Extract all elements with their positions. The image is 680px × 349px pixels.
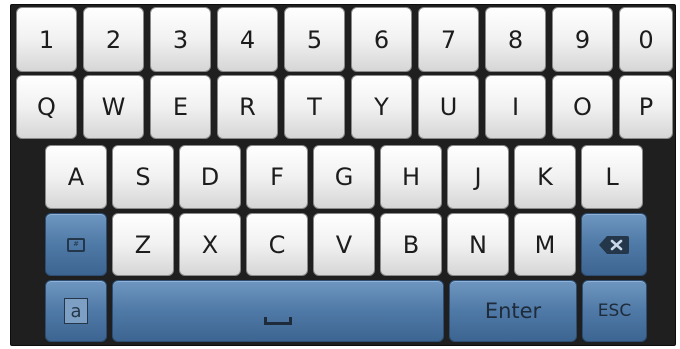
key-label: L bbox=[605, 163, 619, 191]
key-v[interactable]: V bbox=[313, 213, 375, 276]
key-d[interactable]: D bbox=[179, 145, 241, 209]
esc-key[interactable]: ESC bbox=[582, 280, 647, 342]
key-z[interactable]: Z bbox=[112, 213, 174, 276]
key-label: 0 bbox=[638, 25, 654, 54]
key-label: Z bbox=[134, 230, 152, 259]
symbol-mode-key[interactable]: # bbox=[45, 213, 107, 276]
key-g[interactable]: G bbox=[313, 145, 375, 209]
enter-key[interactable]: Enter bbox=[449, 280, 577, 342]
key-label: K bbox=[537, 163, 553, 191]
key-label: B bbox=[402, 230, 420, 259]
key-b[interactable]: B bbox=[380, 213, 442, 276]
key-3[interactable]: 3 bbox=[150, 7, 211, 72]
key-n[interactable]: N bbox=[447, 213, 509, 276]
key-5[interactable]: 5 bbox=[284, 7, 345, 72]
key-label: 7 bbox=[440, 25, 457, 54]
key-label: H bbox=[401, 163, 421, 191]
key-m[interactable]: M bbox=[514, 213, 576, 276]
key-label: A bbox=[67, 163, 85, 191]
keyboard-mode-icon: # bbox=[67, 237, 85, 252]
esc-label: ESC bbox=[597, 301, 632, 321]
key-u[interactable]: U bbox=[418, 75, 479, 139]
key-label: N bbox=[469, 230, 487, 259]
key-h[interactable]: H bbox=[380, 145, 442, 209]
key-k[interactable]: K bbox=[514, 145, 576, 209]
key-label: E bbox=[172, 93, 189, 121]
key-label: M bbox=[534, 230, 556, 259]
key-8[interactable]: 8 bbox=[485, 7, 546, 72]
key-p[interactable]: P bbox=[619, 75, 673, 139]
lowercase-a-icon: a bbox=[64, 298, 88, 324]
space-bar-icon bbox=[264, 317, 292, 325]
key-c[interactable]: C bbox=[246, 213, 308, 276]
key-label: V bbox=[335, 230, 353, 259]
key-label: 2 bbox=[105, 25, 122, 54]
key-label: 6 bbox=[373, 25, 390, 54]
key-7[interactable]: 7 bbox=[418, 7, 479, 72]
key-label: 1 bbox=[38, 25, 55, 54]
key-label: 3 bbox=[172, 25, 189, 54]
key-label: 5 bbox=[306, 25, 323, 54]
key-label: C bbox=[268, 230, 286, 259]
key-4[interactable]: 4 bbox=[217, 7, 278, 72]
key-2[interactable]: 2 bbox=[83, 7, 144, 72]
key-e[interactable]: E bbox=[150, 75, 211, 139]
key-r[interactable]: R bbox=[217, 75, 278, 139]
key-label: R bbox=[239, 93, 256, 121]
key-0[interactable]: 0 bbox=[619, 7, 673, 72]
key-o[interactable]: O bbox=[552, 75, 613, 139]
key-w[interactable]: W bbox=[83, 75, 144, 139]
backspace-key[interactable] bbox=[581, 213, 647, 276]
key-label: 8 bbox=[507, 25, 524, 54]
space-key[interactable] bbox=[112, 280, 444, 342]
enter-label: Enter bbox=[484, 299, 542, 323]
key-6[interactable]: 6 bbox=[351, 7, 412, 72]
key-j[interactable]: J bbox=[447, 145, 509, 209]
key-l[interactable]: L bbox=[581, 145, 643, 209]
key-a[interactable]: A bbox=[45, 145, 107, 209]
key-i[interactable]: I bbox=[485, 75, 546, 139]
key-label: G bbox=[334, 163, 354, 191]
key-f[interactable]: F bbox=[246, 145, 308, 209]
case-toggle-key[interactable]: a bbox=[45, 280, 107, 342]
key-label: I bbox=[511, 93, 520, 121]
key-s[interactable]: S bbox=[112, 145, 174, 209]
key-label: D bbox=[200, 163, 220, 191]
key-label: W bbox=[101, 93, 126, 121]
key-label: T bbox=[307, 93, 322, 121]
key-label: Y bbox=[374, 93, 389, 121]
backspace-icon bbox=[599, 235, 629, 254]
key-label: 4 bbox=[239, 25, 256, 54]
key-label: X bbox=[201, 230, 219, 259]
key-label: U bbox=[439, 93, 458, 121]
key-label: Q bbox=[37, 93, 56, 121]
key-1[interactable]: 1 bbox=[16, 7, 77, 72]
key-t[interactable]: T bbox=[284, 75, 345, 139]
key-label: 9 bbox=[574, 25, 591, 54]
key-label: P bbox=[638, 93, 654, 121]
key-9[interactable]: 9 bbox=[552, 7, 613, 72]
key-y[interactable]: Y bbox=[351, 75, 412, 139]
key-label: O bbox=[573, 93, 592, 121]
on-screen-keyboard: 1 2 3 4 5 6 7 8 9 0 Q W E R T Y U I O P … bbox=[10, 4, 676, 346]
key-label: J bbox=[474, 163, 482, 191]
key-q[interactable]: Q bbox=[16, 75, 77, 139]
key-label: F bbox=[270, 163, 284, 191]
key-x[interactable]: X bbox=[179, 213, 241, 276]
key-label: S bbox=[135, 163, 151, 191]
